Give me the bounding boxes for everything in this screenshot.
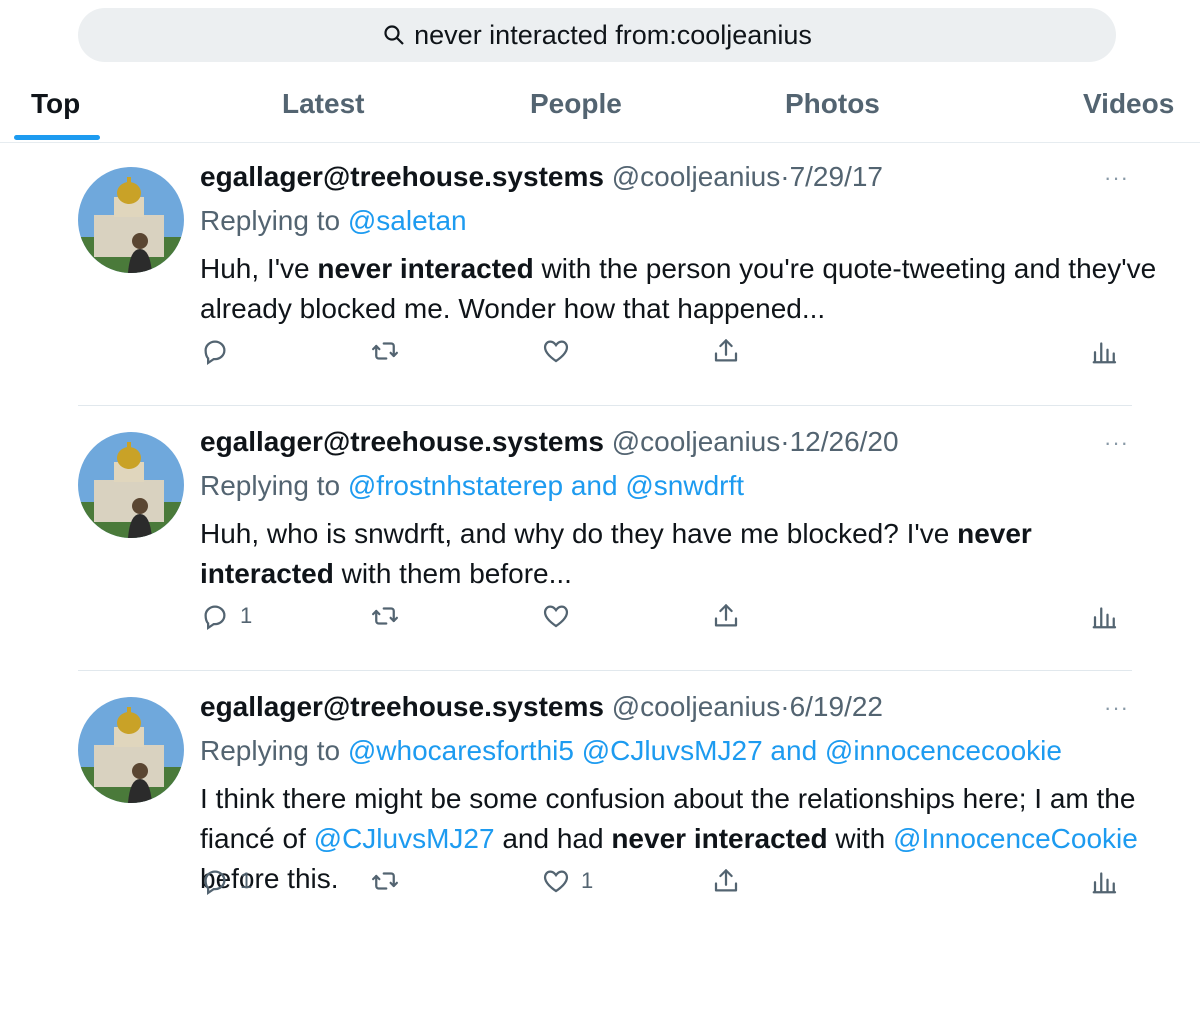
- divider: [78, 405, 1132, 406]
- reply-icon: [200, 336, 230, 366]
- like-icon: [541, 336, 571, 366]
- tweet-header: egallager@treehouse.systems @cooljeanius…: [200, 426, 899, 458]
- replying-to-links[interactable]: @frostnhstaterep and @snwdrft: [348, 470, 744, 501]
- tweet-header: egallager@treehouse.systems @cooljeanius…: [200, 691, 883, 723]
- reply-count: 1: [240, 868, 253, 893]
- tab-top[interactable]: Top: [31, 88, 80, 120]
- user-handle[interactable]: @cooljeanius: [612, 426, 781, 457]
- avatar-image: [78, 167, 184, 273]
- tab-people[interactable]: People: [530, 88, 622, 120]
- share-button[interactable]: [711, 866, 741, 896]
- retweet-icon: [370, 866, 400, 896]
- tab-latest[interactable]: Latest: [282, 88, 364, 120]
- separator-dot: ·: [780, 161, 790, 192]
- analytics-button[interactable]: [1090, 336, 1120, 366]
- tweet-date[interactable]: 7/29/17: [790, 161, 883, 192]
- reply-icon: [200, 601, 230, 631]
- tweet-text-segment: with them before...: [333, 558, 572, 589]
- analytics-button[interactable]: [1090, 601, 1120, 631]
- user-handle[interactable]: @cooljeanius: [612, 691, 781, 722]
- replying-to-links[interactable]: @whocaresforthi5 @CJluvsMJ27 and @innoce…: [348, 735, 1062, 766]
- like-icon: [541, 866, 571, 896]
- avatar-image: [78, 697, 184, 803]
- tweet-header: egallager@treehouse.systems @cooljeanius…: [200, 161, 883, 193]
- tweet-actions: 1: [200, 601, 1130, 641]
- tweet[interactable]: egallager@treehouse.systems @cooljeanius…: [0, 673, 1200, 938]
- analytics-button[interactable]: [1090, 866, 1120, 896]
- active-tab-indicator: [14, 135, 100, 140]
- display-name[interactable]: egallager@treehouse.systems: [200, 161, 604, 192]
- tweet-body: Huh, I've never interacted with the pers…: [200, 249, 1160, 329]
- divider: [78, 670, 1132, 671]
- tweet-text-segment: Huh, I've: [200, 253, 318, 284]
- replying-prefix: Replying to: [200, 735, 341, 766]
- avatar[interactable]: [78, 432, 184, 538]
- analytics-icon: [1090, 601, 1120, 631]
- tweet[interactable]: egallager@treehouse.systems @cooljeanius…: [0, 408, 1200, 673]
- more-icon[interactable]: ···: [1104, 430, 1129, 456]
- reply-icon: [200, 866, 230, 896]
- share-icon: [711, 601, 741, 631]
- replying-prefix: Replying to: [200, 205, 341, 236]
- reply-count: 1: [240, 603, 253, 628]
- tweet-actions: [200, 336, 1130, 376]
- like-count: 1: [581, 868, 594, 893]
- mention-link[interactable]: @CJluvsMJ27: [314, 823, 495, 854]
- display-name[interactable]: egallager@treehouse.systems: [200, 426, 604, 457]
- tab-videos[interactable]: Videos: [1083, 88, 1174, 120]
- retweet-button[interactable]: [370, 866, 400, 896]
- avatar[interactable]: [78, 167, 184, 273]
- search-input[interactable]: never interacted from:cooljeanius: [414, 20, 812, 51]
- more-icon[interactable]: ···: [1104, 165, 1129, 191]
- share-button[interactable]: [711, 601, 741, 631]
- tweet-text-segment: Huh, who is snwdrft, and why do they hav…: [200, 518, 958, 549]
- retweet-icon: [370, 601, 400, 631]
- display-name[interactable]: egallager@treehouse.systems: [200, 691, 604, 722]
- retweet-button[interactable]: [370, 336, 400, 366]
- search-icon: [384, 25, 404, 45]
- tweet-text-segment: with: [827, 823, 894, 854]
- like-button[interactable]: [541, 601, 581, 631]
- avatar-image: [78, 432, 184, 538]
- user-handle[interactable]: @cooljeanius: [612, 161, 781, 192]
- replying-prefix: Replying to: [200, 470, 341, 501]
- replying-to: Replying to @saletan: [200, 205, 467, 237]
- tab-photos[interactable]: Photos: [785, 88, 880, 120]
- tweet-actions: 11: [200, 866, 1130, 906]
- highlighted-term: never interacted: [611, 823, 828, 854]
- tweet-date[interactable]: 12/26/20: [790, 426, 899, 457]
- tweet[interactable]: egallager@treehouse.systems @cooljeanius…: [0, 143, 1200, 408]
- share-icon: [711, 336, 741, 366]
- tweet-date[interactable]: 6/19/22: [790, 691, 883, 722]
- separator-dot: ·: [780, 691, 790, 722]
- reply-button[interactable]: 1: [200, 601, 252, 631]
- search-tabs: Top Latest People Photos Videos: [0, 70, 1200, 143]
- retweet-icon: [370, 336, 400, 366]
- like-button[interactable]: [541, 336, 581, 366]
- tweet-body: Huh, who is snwdrft, and why do they hav…: [200, 514, 1160, 594]
- analytics-icon: [1090, 336, 1120, 366]
- analytics-icon: [1090, 866, 1120, 896]
- more-icon[interactable]: ···: [1104, 695, 1129, 721]
- tweet-text-segment: and had: [494, 823, 612, 854]
- mention-link[interactable]: @InnocenceCookie: [893, 823, 1138, 854]
- retweet-button[interactable]: [370, 601, 400, 631]
- share-icon: [711, 866, 741, 896]
- replying-to: Replying to @whocaresforthi5 @CJluvsMJ27…: [200, 735, 1062, 767]
- share-button[interactable]: [711, 336, 741, 366]
- replying-to: Replying to @frostnhstaterep and @snwdrf…: [200, 470, 744, 502]
- like-button[interactable]: 1: [541, 866, 593, 896]
- reply-button[interactable]: 1: [200, 866, 252, 896]
- separator-dot: ·: [780, 426, 790, 457]
- avatar[interactable]: [78, 697, 184, 803]
- like-icon: [541, 601, 571, 631]
- highlighted-term: never interacted: [317, 253, 534, 284]
- replying-to-links[interactable]: @saletan: [348, 205, 467, 236]
- search-bar[interactable]: never interacted from:cooljeanius: [78, 8, 1116, 62]
- reply-button[interactable]: [200, 336, 240, 366]
